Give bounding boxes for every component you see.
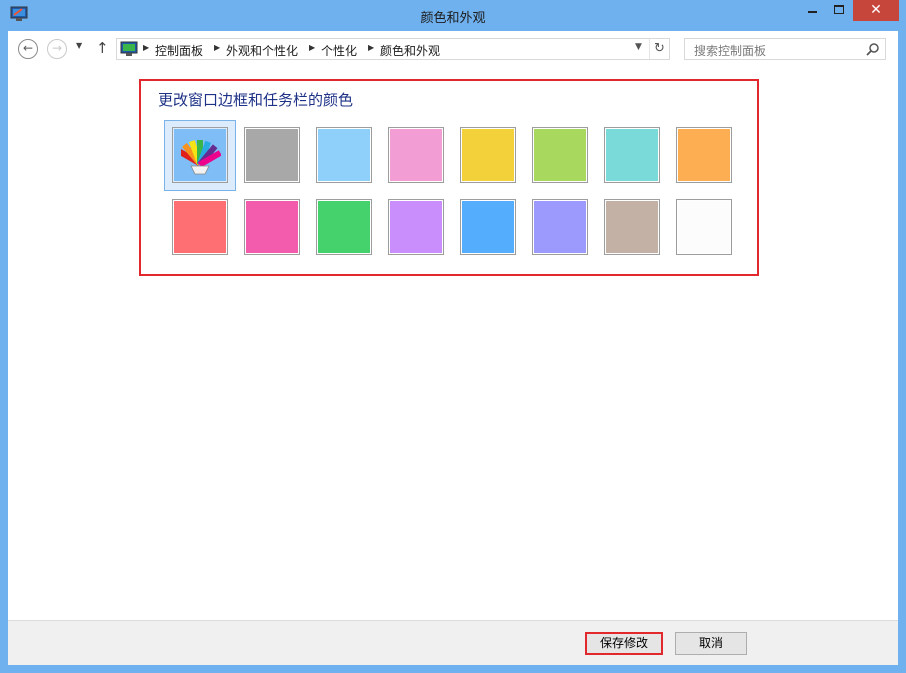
color-swatch-white[interactable]: [676, 199, 732, 255]
save-changes-button[interactable]: 保存修改: [585, 632, 663, 655]
maximize-button[interactable]: [826, 0, 853, 21]
breadcrumb-separator-icon[interactable]: ▶: [214, 43, 220, 52]
swatch-fill: [534, 129, 586, 181]
color-swatch-pink[interactable]: [388, 127, 444, 183]
breadcrumb-personalization[interactable]: 个性化: [321, 42, 357, 59]
title-bar: 颜色和外观 ✕: [0, 0, 906, 31]
refresh-icon: ↻: [654, 41, 665, 56]
color-swatch-sky-blue[interactable]: [316, 127, 372, 183]
color-swatch-gray[interactable]: [244, 127, 300, 183]
color-swatch-green[interactable]: [316, 199, 372, 255]
color-swatch-taupe[interactable]: [604, 199, 660, 255]
search-box[interactable]: 搜索控制面板: [684, 38, 886, 60]
maximize-icon: [834, 5, 844, 14]
swatch-fill: [606, 201, 658, 253]
swatch-fill: [678, 201, 730, 253]
color-swatch-orange[interactable]: [676, 127, 732, 183]
swatch-fill: [318, 201, 370, 253]
back-button[interactable]: ←: [18, 39, 38, 59]
color-swatch-lavender[interactable]: [532, 199, 588, 255]
close-icon: ✕: [870, 2, 882, 18]
swatch-fill: [678, 129, 730, 181]
breadcrumb-separator-icon[interactable]: ▶: [143, 43, 149, 52]
arrow-up-icon: ↑: [96, 39, 109, 57]
button-bar: 保存修改 取消: [8, 620, 898, 665]
color-swatch-yellow[interactable]: [460, 127, 516, 183]
swatch-fill: [462, 201, 514, 253]
arrow-left-icon: ←: [22, 41, 34, 55]
swatch-fill: [246, 201, 298, 253]
color-swatch-magenta[interactable]: [244, 199, 300, 255]
swatch-fill: [246, 129, 298, 181]
search-placeholder: 搜索控制面板: [694, 44, 767, 58]
color-swatch-automatic[interactable]: [172, 127, 228, 183]
cancel-button[interactable]: 取消: [675, 632, 747, 655]
panel-heading: 更改窗口边框和任务栏的颜色: [158, 91, 354, 109]
up-button[interactable]: ↑: [96, 39, 109, 57]
color-swatch-blue[interactable]: [460, 199, 516, 255]
breadcrumb-separator-icon[interactable]: ▶: [368, 43, 374, 52]
color-swatch-teal[interactable]: [604, 127, 660, 183]
minimize-button[interactable]: [799, 0, 826, 21]
swatch-fill: [318, 129, 370, 181]
address-bar[interactable]: ▶ 控制面板 ▶ 外观和个性化 ▶ 个性化 ▶ 颜色和外观 ▼ ↻: [116, 38, 670, 60]
swatch-fill: [606, 129, 658, 181]
breadcrumb-color-appearance[interactable]: 颜色和外观: [380, 42, 440, 59]
control-panel-icon: [120, 41, 138, 56]
color-swatch-lime[interactable]: [532, 127, 588, 183]
client-area: ← → ▼ ↑ ▶ 控制面板 ▶ 外观和个性化 ▶ 个性化 ▶ 颜色和外观 ▼ …: [8, 31, 898, 665]
color-selection-panel: 更改窗口边框和任务栏的颜色: [139, 79, 759, 276]
navigation-bar: ← → ▼ ↑ ▶ 控制面板 ▶ 外观和个性化 ▶ 个性化 ▶ 颜色和外观 ▼ …: [8, 31, 898, 67]
chevron-down-icon[interactable]: ▼: [635, 42, 642, 52]
breadcrumb-separator-icon[interactable]: ▶: [309, 43, 315, 52]
arrow-right-icon: →: [51, 41, 63, 55]
swatch-fill: [390, 129, 442, 181]
swatch-fill: [174, 201, 226, 253]
minimize-icon: [808, 11, 817, 13]
recent-locations-dropdown[interactable]: ▼: [76, 41, 82, 50]
color-swatch-red[interactable]: [172, 199, 228, 255]
forward-button[interactable]: →: [47, 39, 67, 59]
window: 颜色和外观 ✕ ← → ▼ ↑ ▶ 控制面板 ▶ 外观和个性化 ▶ 个性化 ▶ …: [0, 0, 906, 673]
swatch-fill: [534, 201, 586, 253]
close-button[interactable]: ✕: [853, 0, 899, 21]
swatch-fill: [390, 201, 442, 253]
color-palette-icon: [181, 140, 221, 175]
search-icon[interactable]: [866, 42, 880, 56]
swatch-fill: [462, 129, 514, 181]
window-title: 颜色和外观: [420, 11, 486, 26]
color-swatch-purple[interactable]: [388, 199, 444, 255]
refresh-button[interactable]: ↻: [649, 39, 669, 59]
breadcrumb-control-panel[interactable]: 控制面板: [155, 42, 203, 59]
breadcrumb-appearance-personalization[interactable]: 外观和个性化: [226, 42, 298, 59]
